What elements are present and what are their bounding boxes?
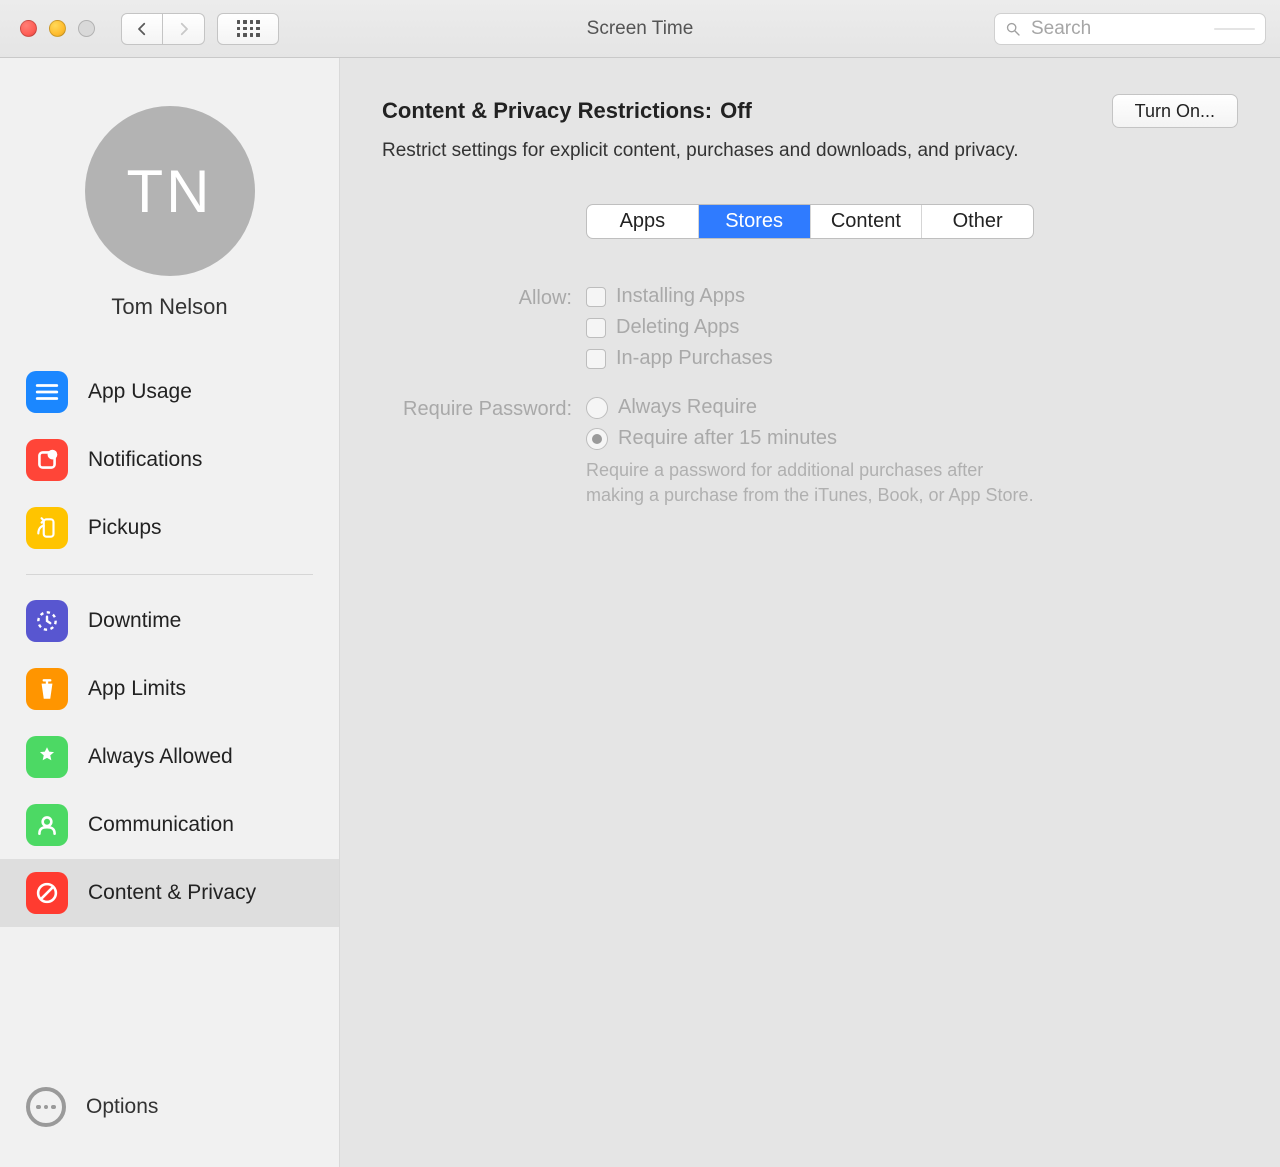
tab-stores[interactable]: Stores bbox=[698, 205, 810, 238]
sidebar-group-1: App Usage Notifications Pickups bbox=[0, 354, 339, 566]
show-all-button[interactable] bbox=[217, 13, 279, 45]
communication-icon bbox=[26, 804, 68, 846]
require-password-row: Require Password: Always Require Require… bbox=[382, 396, 1238, 508]
sidebar-item-label: Options bbox=[86, 1095, 158, 1119]
sidebar-item-app-limits[interactable]: App Limits bbox=[0, 655, 339, 723]
app-limits-icon bbox=[26, 668, 68, 710]
search-decoration bbox=[1214, 28, 1255, 30]
sidebar-item-label: App Usage bbox=[88, 380, 192, 404]
title-bar: Screen Time bbox=[0, 0, 1280, 58]
search-icon bbox=[1005, 21, 1021, 37]
sidebar-item-content-privacy[interactable]: Content & Privacy bbox=[0, 859, 339, 927]
options-icon bbox=[26, 1087, 66, 1127]
radio-icon bbox=[586, 397, 608, 419]
sidebar-separator bbox=[26, 574, 313, 575]
profile-section: TN Tom Nelson bbox=[0, 58, 339, 354]
sidebar: TN Tom Nelson App Usage Notifications bbox=[0, 58, 340, 1167]
profile-name: Tom Nelson bbox=[0, 294, 339, 320]
checkbox-icon bbox=[586, 349, 606, 369]
sidebar-item-label: Pickups bbox=[88, 516, 162, 540]
pickups-icon bbox=[26, 507, 68, 549]
checkbox-label: Deleting Apps bbox=[616, 316, 739, 339]
always-allowed-icon bbox=[26, 736, 68, 778]
forward-button[interactable] bbox=[163, 13, 205, 45]
sidebar-item-communication[interactable]: Communication bbox=[0, 791, 339, 859]
checkbox-icon bbox=[586, 318, 606, 338]
minimize-window-button[interactable] bbox=[49, 20, 66, 37]
section-status: Off bbox=[720, 98, 752, 124]
sidebar-item-options[interactable]: Options bbox=[26, 1087, 313, 1127]
content-privacy-icon bbox=[26, 872, 68, 914]
checkbox-label: In-app Purchases bbox=[616, 347, 773, 370]
allow-row: Allow: Installing Apps Deleting Apps In-… bbox=[382, 285, 1238, 378]
sidebar-group-2: Downtime App Limits Always Allowed Commu… bbox=[0, 583, 339, 931]
sidebar-item-label: Downtime bbox=[88, 609, 181, 633]
allow-label: Allow: bbox=[382, 285, 586, 378]
sidebar-item-app-usage[interactable]: App Usage bbox=[0, 358, 339, 426]
sidebar-item-label: Notifications bbox=[88, 448, 202, 472]
chevron-right-icon bbox=[175, 20, 193, 38]
sidebar-item-label: Content & Privacy bbox=[88, 881, 256, 905]
traffic-lights bbox=[20, 20, 95, 37]
tab-apps[interactable]: Apps bbox=[587, 205, 698, 238]
password-require-after-15[interactable]: Require after 15 minutes bbox=[586, 427, 1238, 450]
chevron-left-icon bbox=[133, 20, 151, 38]
app-usage-icon bbox=[26, 371, 68, 413]
password-always-require[interactable]: Always Require bbox=[586, 396, 1238, 419]
checkbox-icon bbox=[586, 287, 606, 307]
grid-icon bbox=[237, 20, 260, 37]
sidebar-item-label: Always Allowed bbox=[88, 745, 233, 769]
search-input[interactable] bbox=[1029, 17, 1206, 41]
tab-other[interactable]: Other bbox=[921, 205, 1033, 238]
require-password-label: Require Password: bbox=[382, 396, 586, 508]
radio-icon bbox=[586, 428, 608, 450]
radio-label: Always Require bbox=[618, 396, 757, 419]
sidebar-item-downtime[interactable]: Downtime bbox=[0, 587, 339, 655]
sidebar-footer: Options bbox=[0, 1069, 339, 1167]
notifications-icon bbox=[26, 439, 68, 481]
nav-buttons bbox=[121, 13, 205, 45]
password-help-text: Require a password for additional purcha… bbox=[586, 458, 1046, 508]
sidebar-item-pickups[interactable]: Pickups bbox=[0, 494, 339, 562]
turn-on-button[interactable]: Turn On... bbox=[1112, 94, 1238, 128]
sidebar-item-always-allowed[interactable]: Always Allowed bbox=[0, 723, 339, 791]
form: Allow: Installing Apps Deleting Apps In-… bbox=[382, 285, 1238, 508]
sidebar-item-label: Communication bbox=[88, 813, 234, 837]
search-field[interactable] bbox=[994, 13, 1266, 45]
radio-label: Require after 15 minutes bbox=[618, 427, 837, 450]
segmented-control: Apps Stores Content Other bbox=[586, 204, 1034, 239]
allow-installing-apps[interactable]: Installing Apps bbox=[586, 285, 1238, 308]
back-button[interactable] bbox=[121, 13, 163, 45]
tab-content[interactable]: Content bbox=[810, 205, 922, 238]
checkbox-label: Installing Apps bbox=[616, 285, 745, 308]
sidebar-item-label: App Limits bbox=[88, 677, 186, 701]
section-description: Restrict settings for explicit content, … bbox=[382, 140, 1238, 162]
downtime-icon bbox=[26, 600, 68, 642]
allow-in-app-purchases[interactable]: In-app Purchases bbox=[586, 347, 1238, 370]
maximize-window-button[interactable] bbox=[78, 20, 95, 37]
main-pane: Content & Privacy Restrictions: Off Turn… bbox=[340, 58, 1280, 1167]
allow-deleting-apps[interactable]: Deleting Apps bbox=[586, 316, 1238, 339]
avatar[interactable]: TN bbox=[85, 106, 255, 276]
section-title: Content & Privacy Restrictions: bbox=[382, 98, 712, 124]
sidebar-item-notifications[interactable]: Notifications bbox=[0, 426, 339, 494]
close-window-button[interactable] bbox=[20, 20, 37, 37]
header-row: Content & Privacy Restrictions: Off Turn… bbox=[382, 94, 1238, 128]
